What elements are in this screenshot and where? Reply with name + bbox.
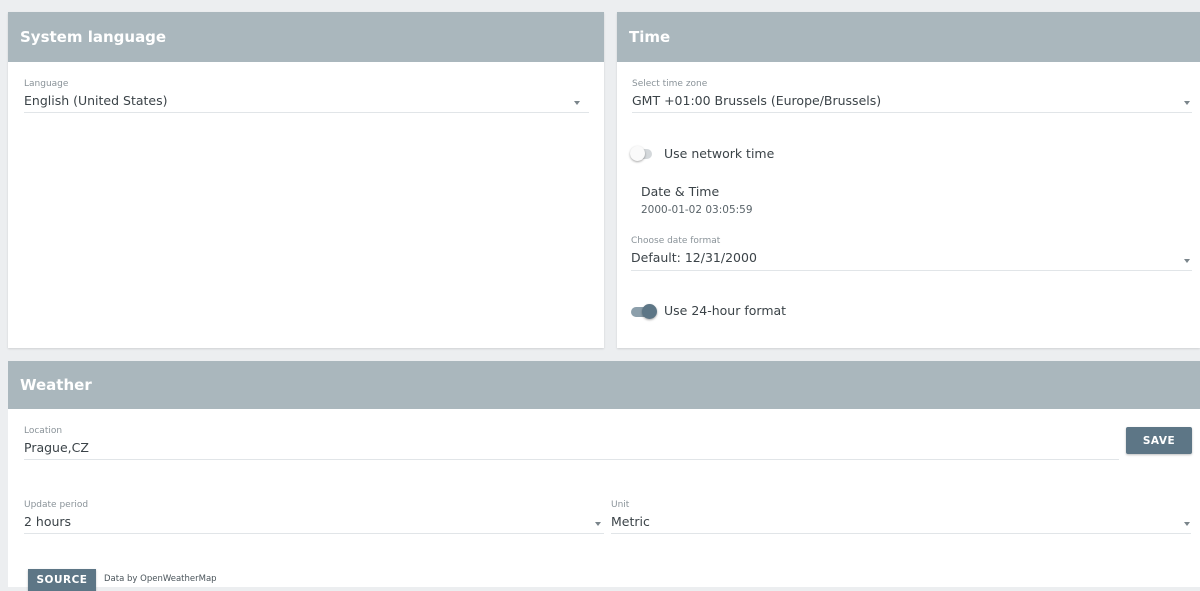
date-format-select[interactable]: Choose date format Default: 12/31/2000	[631, 236, 1171, 265]
chevron-down-icon[interactable]	[1184, 101, 1190, 105]
location-label: Location	[24, 426, 63, 436]
datetime-value: 2000-01-02 03:05:59	[641, 204, 753, 216]
chevron-down-icon[interactable]	[595, 522, 601, 526]
timezone-underline	[632, 112, 1192, 113]
update-period-value: 2 hours	[24, 514, 72, 529]
update-period-label: Update period	[24, 500, 89, 510]
location-input[interactable]: Location Prague,CZ	[24, 426, 1104, 455]
system-language-header: System language	[8, 12, 604, 62]
weather-header: Weather	[8, 361, 1200, 409]
language-underline	[24, 112, 589, 113]
unit-underline	[611, 533, 1191, 534]
language-label: Language	[24, 79, 69, 89]
update-period-underline	[24, 533, 604, 534]
chevron-down-icon[interactable]	[1184, 522, 1190, 526]
source-note: Data by OpenWeatherMap	[104, 574, 217, 584]
location-underline	[24, 459, 1119, 460]
hour24-label: Use 24-hour format	[664, 303, 787, 318]
system-language-card: System language Language English (United…	[8, 12, 604, 348]
timezone-label: Select time zone	[632, 79, 708, 89]
language-select[interactable]: Language English (United States)	[24, 79, 584, 108]
date-format-label: Choose date format	[631, 236, 721, 246]
date-format-underline	[631, 270, 1192, 271]
unit-value: Metric	[611, 514, 650, 529]
save-button[interactable]: SAVE	[1126, 427, 1192, 454]
language-value: English (United States)	[24, 93, 168, 108]
time-header: Time	[617, 12, 1200, 62]
chevron-down-icon[interactable]	[1184, 259, 1190, 263]
network-time-toggle[interactable]	[630, 146, 652, 161]
source-button[interactable]: SOURCE	[28, 569, 96, 591]
network-time-label: Use network time	[664, 146, 775, 161]
date-format-value: Default: 12/31/2000	[631, 250, 757, 265]
update-period-select[interactable]: Update period 2 hours	[24, 500, 584, 529]
unit-select[interactable]: Unit Metric	[611, 500, 1171, 529]
datetime-title: Date & Time	[641, 184, 720, 199]
timezone-select[interactable]: Select time zone GMT +01:00 Brussels (Eu…	[632, 79, 1172, 108]
unit-label: Unit	[611, 500, 630, 510]
location-value: Prague,CZ	[24, 440, 89, 455]
time-card: Time Select time zone GMT +01:00 Brussel…	[617, 12, 1200, 348]
hour24-toggle[interactable]	[631, 304, 657, 319]
timezone-value: GMT +01:00 Brussels (Europe/Brussels)	[632, 93, 882, 108]
chevron-down-icon[interactable]	[574, 101, 580, 105]
weather-card: Weather Location Prague,CZ SAVE Update p…	[8, 361, 1200, 591]
